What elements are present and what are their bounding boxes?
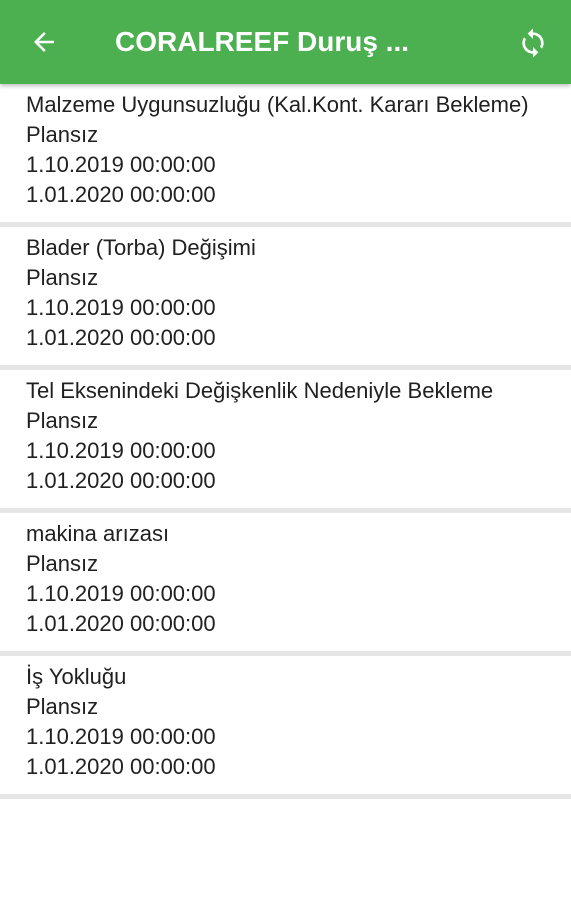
list-item[interactable]: makina arızası Plansız 1.10.2019 00:00:0… (0, 513, 571, 656)
refresh-icon (522, 28, 544, 58)
list-item[interactable]: İş Yokluğu Plansız 1.10.2019 00:00:00 1.… (0, 656, 571, 799)
back-button[interactable] (22, 20, 66, 64)
arrow-left-icon (34, 32, 54, 52)
item-reason: Tel Eksenindeki Değişkenlik Nedeniyle Be… (26, 378, 494, 403)
item-type: Plansız (26, 694, 99, 719)
item-end-date: 1.01.2020 00:00:00 (26, 468, 216, 493)
item-start-date: 1.10.2019 00:00:00 (26, 724, 216, 749)
list-item[interactable]: Tel Eksenindeki Değişkenlik Nedeniyle Be… (0, 370, 571, 513)
item-end-date: 1.01.2020 00:00:00 (26, 325, 216, 350)
item-reason: makina arızası (26, 521, 170, 546)
downtime-list: Malzeme Uygunsuzluğu (Kal.Kont. Kararı B… (0, 84, 571, 900)
item-reason: Malzeme Uygunsuzluğu (Kal.Kont. Kararı B… (26, 92, 529, 117)
list-item[interactable]: Malzeme Uygunsuzluğu (Kal.Kont. Kararı B… (0, 84, 571, 227)
item-end-date: 1.01.2020 00:00:00 (26, 754, 216, 779)
item-end-date: 1.01.2020 00:00:00 (26, 182, 216, 207)
page-title: CORALREEF Duruş ... (115, 26, 410, 57)
item-type: Plansız (26, 551, 99, 576)
item-start-date: 1.10.2019 00:00:00 (26, 152, 216, 177)
item-type: Plansız (26, 122, 99, 147)
item-start-date: 1.10.2019 00:00:00 (26, 581, 216, 606)
list-item[interactable]: Blader (Torba) Değişimi Plansız 1.10.201… (0, 227, 571, 370)
item-reason: Blader (Torba) Değişimi (26, 235, 256, 260)
app-bar: CORALREEF Duruş ... (0, 0, 571, 84)
item-end-date: 1.01.2020 00:00:00 (26, 611, 216, 636)
item-start-date: 1.10.2019 00:00:00 (26, 295, 216, 320)
refresh-button[interactable] (510, 20, 556, 66)
item-type: Plansız (26, 408, 99, 433)
item-type: Plansız (26, 265, 99, 290)
item-start-date: 1.10.2019 00:00:00 (26, 438, 216, 463)
item-reason: İş Yokluğu (26, 664, 127, 689)
